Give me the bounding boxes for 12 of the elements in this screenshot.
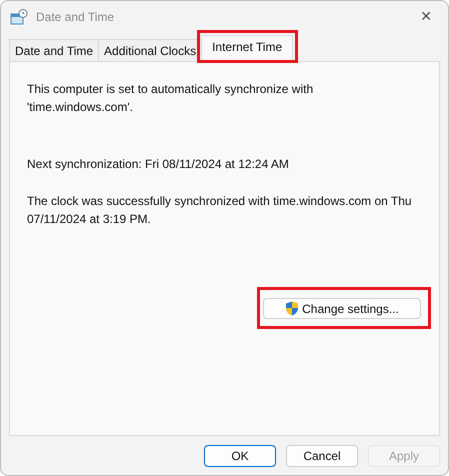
close-button[interactable]: ✕ — [414, 9, 438, 25]
status-text: Next synchronization: Fri 08/11/2024 at 12:24 AM — [27, 156, 290, 173]
tab[interactable]: Internet Time — [201, 35, 294, 61]
tab[interactable]: Date and Time — [9, 39, 100, 61]
shield-icon — [285, 301, 300, 316]
calendar-clock-icon — [10, 9, 28, 25]
status-text: The clock was successfully synchronized with time.windows.com on Thu 07/11/2024 at 3:19 PM. — [27, 193, 413, 228]
dialog-button[interactable]: OK — [204, 445, 276, 467]
change-settings-button[interactable]: Change settings... — [263, 298, 421, 319]
window-title: Date and Time — [36, 10, 116, 24]
dialog-button[interactable]: Cancel — [286, 445, 358, 467]
status-text: This computer is set to automatically synchronize with 'time.windows.com'. — [27, 81, 314, 116]
